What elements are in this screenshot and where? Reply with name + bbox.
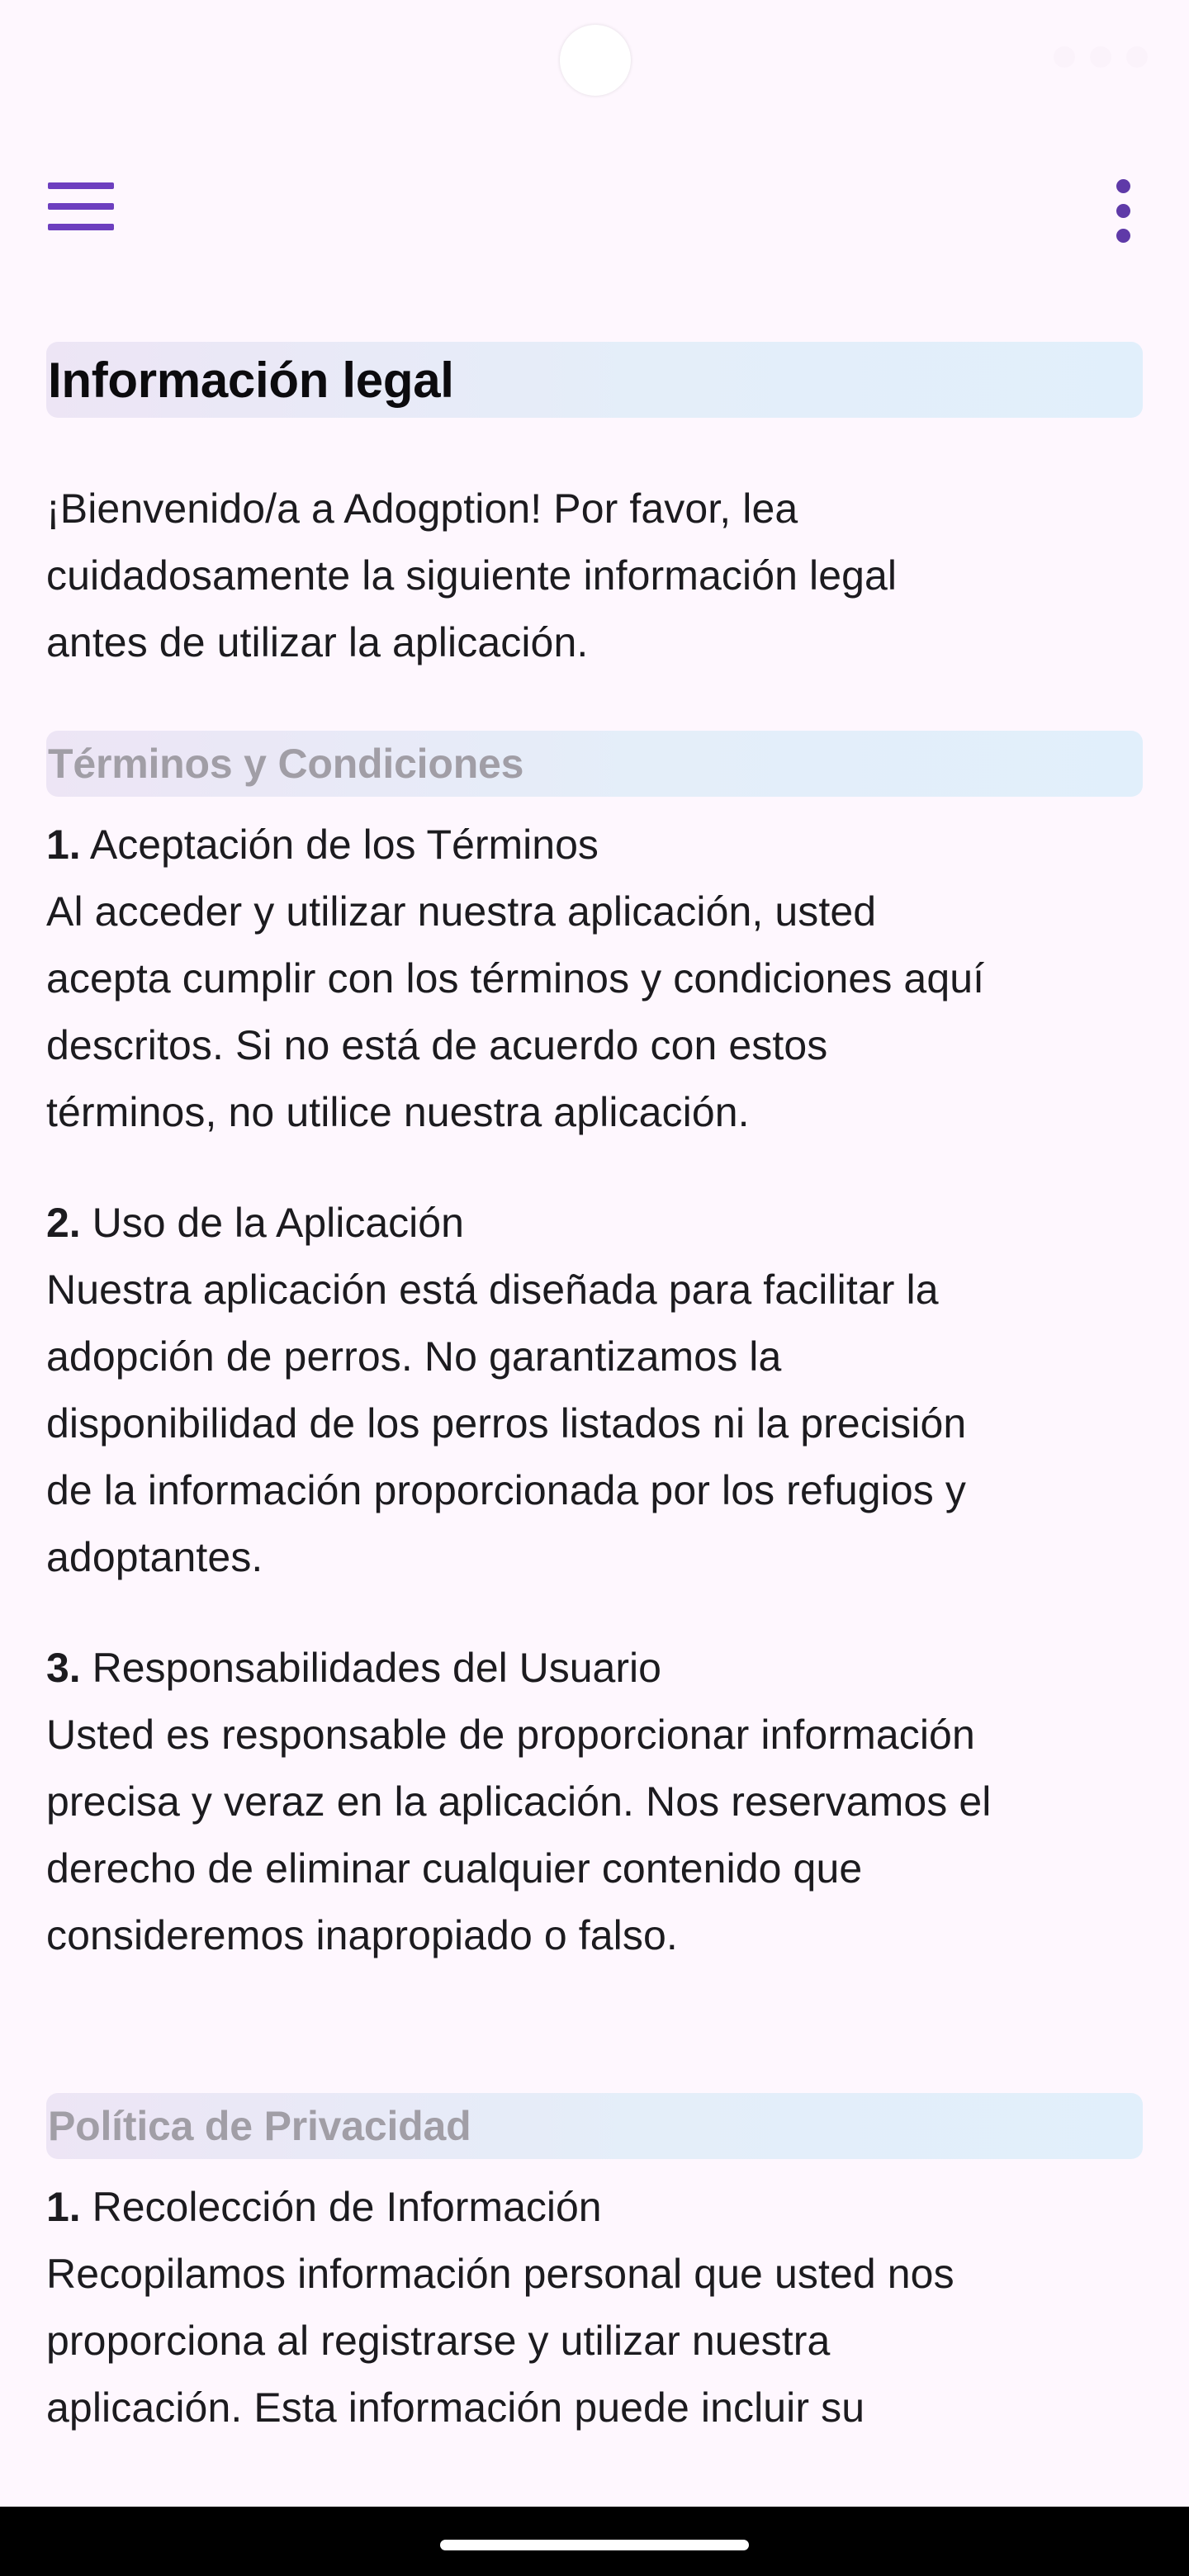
more-options-button[interactable] [1090, 165, 1156, 256]
terms-item-body: Usted es responsable de proporcionar inf… [46, 1712, 992, 1958]
privacy-item-number: 1. [46, 2184, 81, 2230]
privacy-heading-band: Política de Privacidad [46, 2093, 1143, 2159]
status-icons [1054, 46, 1148, 68]
legal-content[interactable]: Información legal ¡Bienvenido/a a Adogpt… [46, 342, 1143, 2441]
terms-list: 1. Aceptación de los Términos Al acceder… [46, 812, 1143, 1969]
terms-item-body: Al acceder y utilizar nuestra aplicación… [46, 888, 985, 1135]
terms-item-title: Uso de la Aplicación [92, 1200, 464, 1246]
more-vert-icon [1116, 178, 1130, 193]
terms-item-2: 2. Uso de la Aplicación Nuestra aplicaci… [46, 1190, 1143, 1591]
terms-item-number: 1. [46, 822, 81, 868]
terms-item-1: 1. Aceptación de los Términos Al acceder… [46, 812, 1143, 1146]
menu-button[interactable] [33, 165, 129, 248]
terms-item-title: Aceptación de los Términos [89, 822, 599, 868]
screen: Información legal ¡Bienvenido/a a Adogpt… [0, 0, 1189, 2576]
page-title-band: Información legal [46, 342, 1143, 418]
privacy-list: 1. Recolección de Información Recopilamo… [46, 2174, 1143, 2441]
privacy-item-body: Recopilamos información personal que ust… [46, 2251, 955, 2431]
battery-icon [1126, 46, 1148, 68]
camera-cutout [560, 25, 631, 96]
signal-icon [1090, 46, 1111, 68]
terms-heading: Términos y Condiciones [48, 741, 524, 787]
home-indicator[interactable] [440, 2540, 749, 2550]
wifi-icon [1054, 46, 1075, 68]
privacy-item-1: 1. Recolección de Información Recopilamo… [46, 2174, 1143, 2441]
intro-text: ¡Bienvenido/a a Adogption! Por favor, le… [46, 485, 898, 665]
terms-item-3: 3. Responsabilidades del Usuario Usted e… [46, 1635, 1143, 1969]
menu-icon [48, 182, 114, 230]
page-title: Información legal [48, 352, 454, 408]
privacy-item-title: Recolección de Información [92, 2184, 602, 2230]
terms-item-body: Nuestra aplicación está diseñada para fa… [46, 1267, 967, 1580]
terms-item-number: 2. [46, 1200, 81, 1246]
terms-item-number: 3. [46, 1645, 81, 1691]
top-app-bar [0, 140, 1189, 264]
terms-item-title: Responsabilidades del Usuario [92, 1645, 661, 1691]
privacy-heading: Política de Privacidad [48, 2103, 471, 2149]
status-bar [0, 0, 1189, 124]
terms-heading-band: Términos y Condiciones [46, 731, 1143, 797]
system-navigation-bar [0, 2507, 1189, 2576]
